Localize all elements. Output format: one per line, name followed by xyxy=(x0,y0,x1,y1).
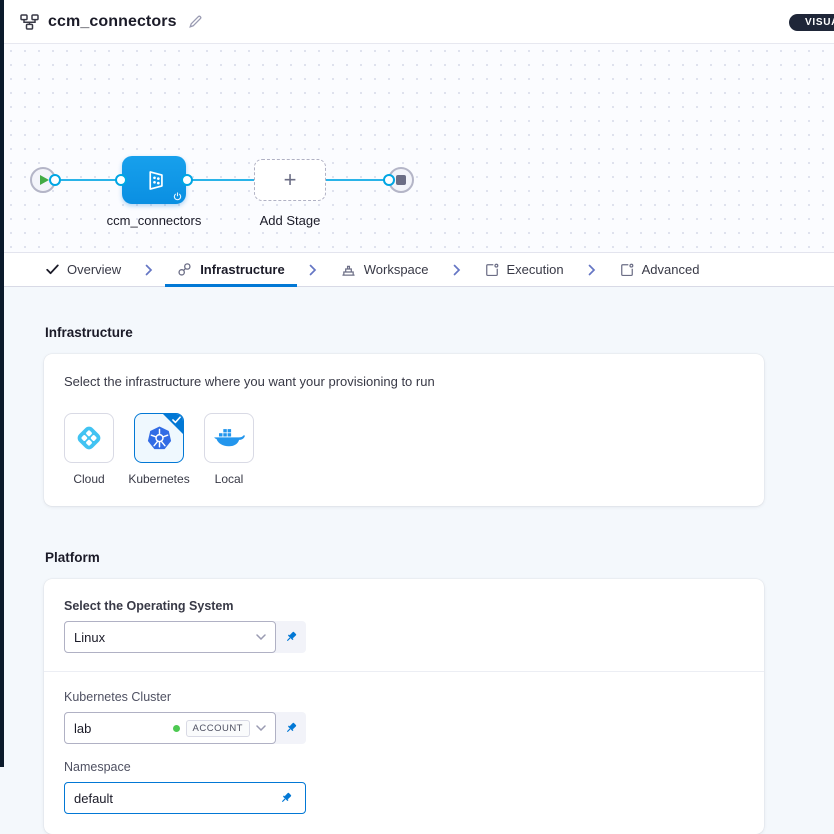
infra-option-local: Local xyxy=(204,413,254,486)
chevron-down-icon xyxy=(256,634,266,640)
add-stage-label[interactable]: Add Stage xyxy=(250,213,330,228)
edge-stage-to-addstage xyxy=(184,179,256,181)
iacm-stage-icon xyxy=(141,167,168,194)
cluster-pin-button[interactable] xyxy=(276,712,306,744)
stage-name-label[interactable]: ccm_connectors xyxy=(90,213,218,228)
pin-icon xyxy=(284,721,298,735)
pipeline-header: ccm_connectors VISUAL xyxy=(4,0,834,44)
edit-pipeline-name-icon[interactable] xyxy=(188,14,203,29)
tab-workspace[interactable]: Workspace xyxy=(329,253,441,286)
tab-label: Workspace xyxy=(364,262,429,277)
infrastructure-icon xyxy=(177,262,192,277)
tab-infrastructure[interactable]: Infrastructure xyxy=(165,253,297,286)
pin-icon xyxy=(284,630,298,644)
namespace-pin-button[interactable] xyxy=(271,791,301,805)
tab-advanced[interactable]: Advanced xyxy=(608,253,712,286)
tab-label: Overview xyxy=(67,262,121,277)
kubernetes-tile[interactable] xyxy=(134,413,184,463)
infra-option-kubernetes: Kubernetes xyxy=(134,413,184,486)
infrastructure-prompt: Select the infrastructure where you want… xyxy=(64,374,744,389)
visual-toggle-label: VISUAL xyxy=(805,17,834,28)
edge-addstage-to-end xyxy=(324,179,390,181)
namespace-field-label: Namespace xyxy=(64,760,744,774)
os-pin-button[interactable] xyxy=(276,621,306,653)
tab-label: Infrastructure xyxy=(200,262,285,277)
visual-yaml-toggle[interactable]: VISUAL xyxy=(789,14,834,31)
page-title: ccm_connectors xyxy=(48,13,177,31)
tab-label: Advanced xyxy=(642,262,700,277)
end-node-in-port[interactable] xyxy=(383,174,395,186)
platform-card: Select the Operating System Linux xyxy=(44,579,764,834)
advanced-icon xyxy=(620,263,634,277)
tile-label: Kubernetes xyxy=(128,472,189,486)
chevron-right-icon xyxy=(453,264,461,276)
namespace-input-value: default xyxy=(74,791,271,806)
start-node-out-port[interactable] xyxy=(49,174,61,186)
stage-power-icon xyxy=(173,192,182,201)
os-select[interactable]: Linux xyxy=(64,621,276,653)
selected-check-icon xyxy=(172,416,181,424)
docker-icon xyxy=(213,426,245,451)
infrastructure-card: Select the infrastructure where you want… xyxy=(44,354,764,506)
card-divider xyxy=(44,671,764,672)
tile-label: Cloud xyxy=(73,472,104,486)
stage-out-port[interactable] xyxy=(181,174,193,186)
pin-icon xyxy=(279,791,293,805)
os-field-group: Linux xyxy=(64,621,306,653)
tile-label: Local xyxy=(215,472,244,486)
infrastructure-options: Cloud xyxy=(64,413,744,486)
stop-icon xyxy=(396,175,406,185)
chevron-right-icon xyxy=(588,264,596,276)
local-tile[interactable] xyxy=(204,413,254,463)
tab-label: Execution xyxy=(507,262,564,277)
play-icon xyxy=(40,175,49,185)
os-field-label: Select the Operating System xyxy=(64,599,744,613)
stage-config-tabbar: Overview Infrastructure Workspace xyxy=(4,252,834,287)
harness-cloud-icon xyxy=(73,422,105,454)
infrastructure-tab-content: Infrastructure Select the infrastructure… xyxy=(4,287,834,834)
namespace-input[interactable]: default xyxy=(64,782,306,814)
chevron-down-icon xyxy=(256,725,266,731)
edge-start-to-stage xyxy=(52,179,124,181)
pipeline-canvas[interactable]: + ccm_connectors Add Stage xyxy=(4,44,834,252)
stage-in-port[interactable] xyxy=(115,174,127,186)
cluster-field-label: Kubernetes Cluster xyxy=(64,690,744,704)
cluster-select-value: lab xyxy=(74,721,167,736)
tab-overview[interactable]: Overview xyxy=(34,253,133,286)
chevron-right-icon xyxy=(145,264,153,276)
chevron-right-icon xyxy=(309,264,317,276)
add-stage-button[interactable]: + xyxy=(254,159,326,201)
connector-status-dot xyxy=(173,725,180,732)
scope-badge: ACCOUNT xyxy=(186,720,250,737)
plus-icon: + xyxy=(284,167,297,193)
stage-node-ccm-connectors[interactable] xyxy=(122,156,186,204)
cluster-field-group: lab ACCOUNT xyxy=(64,712,306,744)
workspace-icon xyxy=(341,263,356,277)
execution-icon xyxy=(485,263,499,277)
pipeline-icon xyxy=(20,14,39,30)
cloud-tile[interactable] xyxy=(64,413,114,463)
platform-section-title: Platform xyxy=(45,550,794,565)
infra-option-cloud: Cloud xyxy=(64,413,114,486)
check-icon xyxy=(46,264,59,275)
tab-execution[interactable]: Execution xyxy=(473,253,576,286)
os-select-value: Linux xyxy=(74,630,250,645)
cluster-select[interactable]: lab ACCOUNT xyxy=(64,712,276,744)
infrastructure-section-title: Infrastructure xyxy=(45,325,794,340)
collapsed-sidebar-edge xyxy=(0,0,4,767)
